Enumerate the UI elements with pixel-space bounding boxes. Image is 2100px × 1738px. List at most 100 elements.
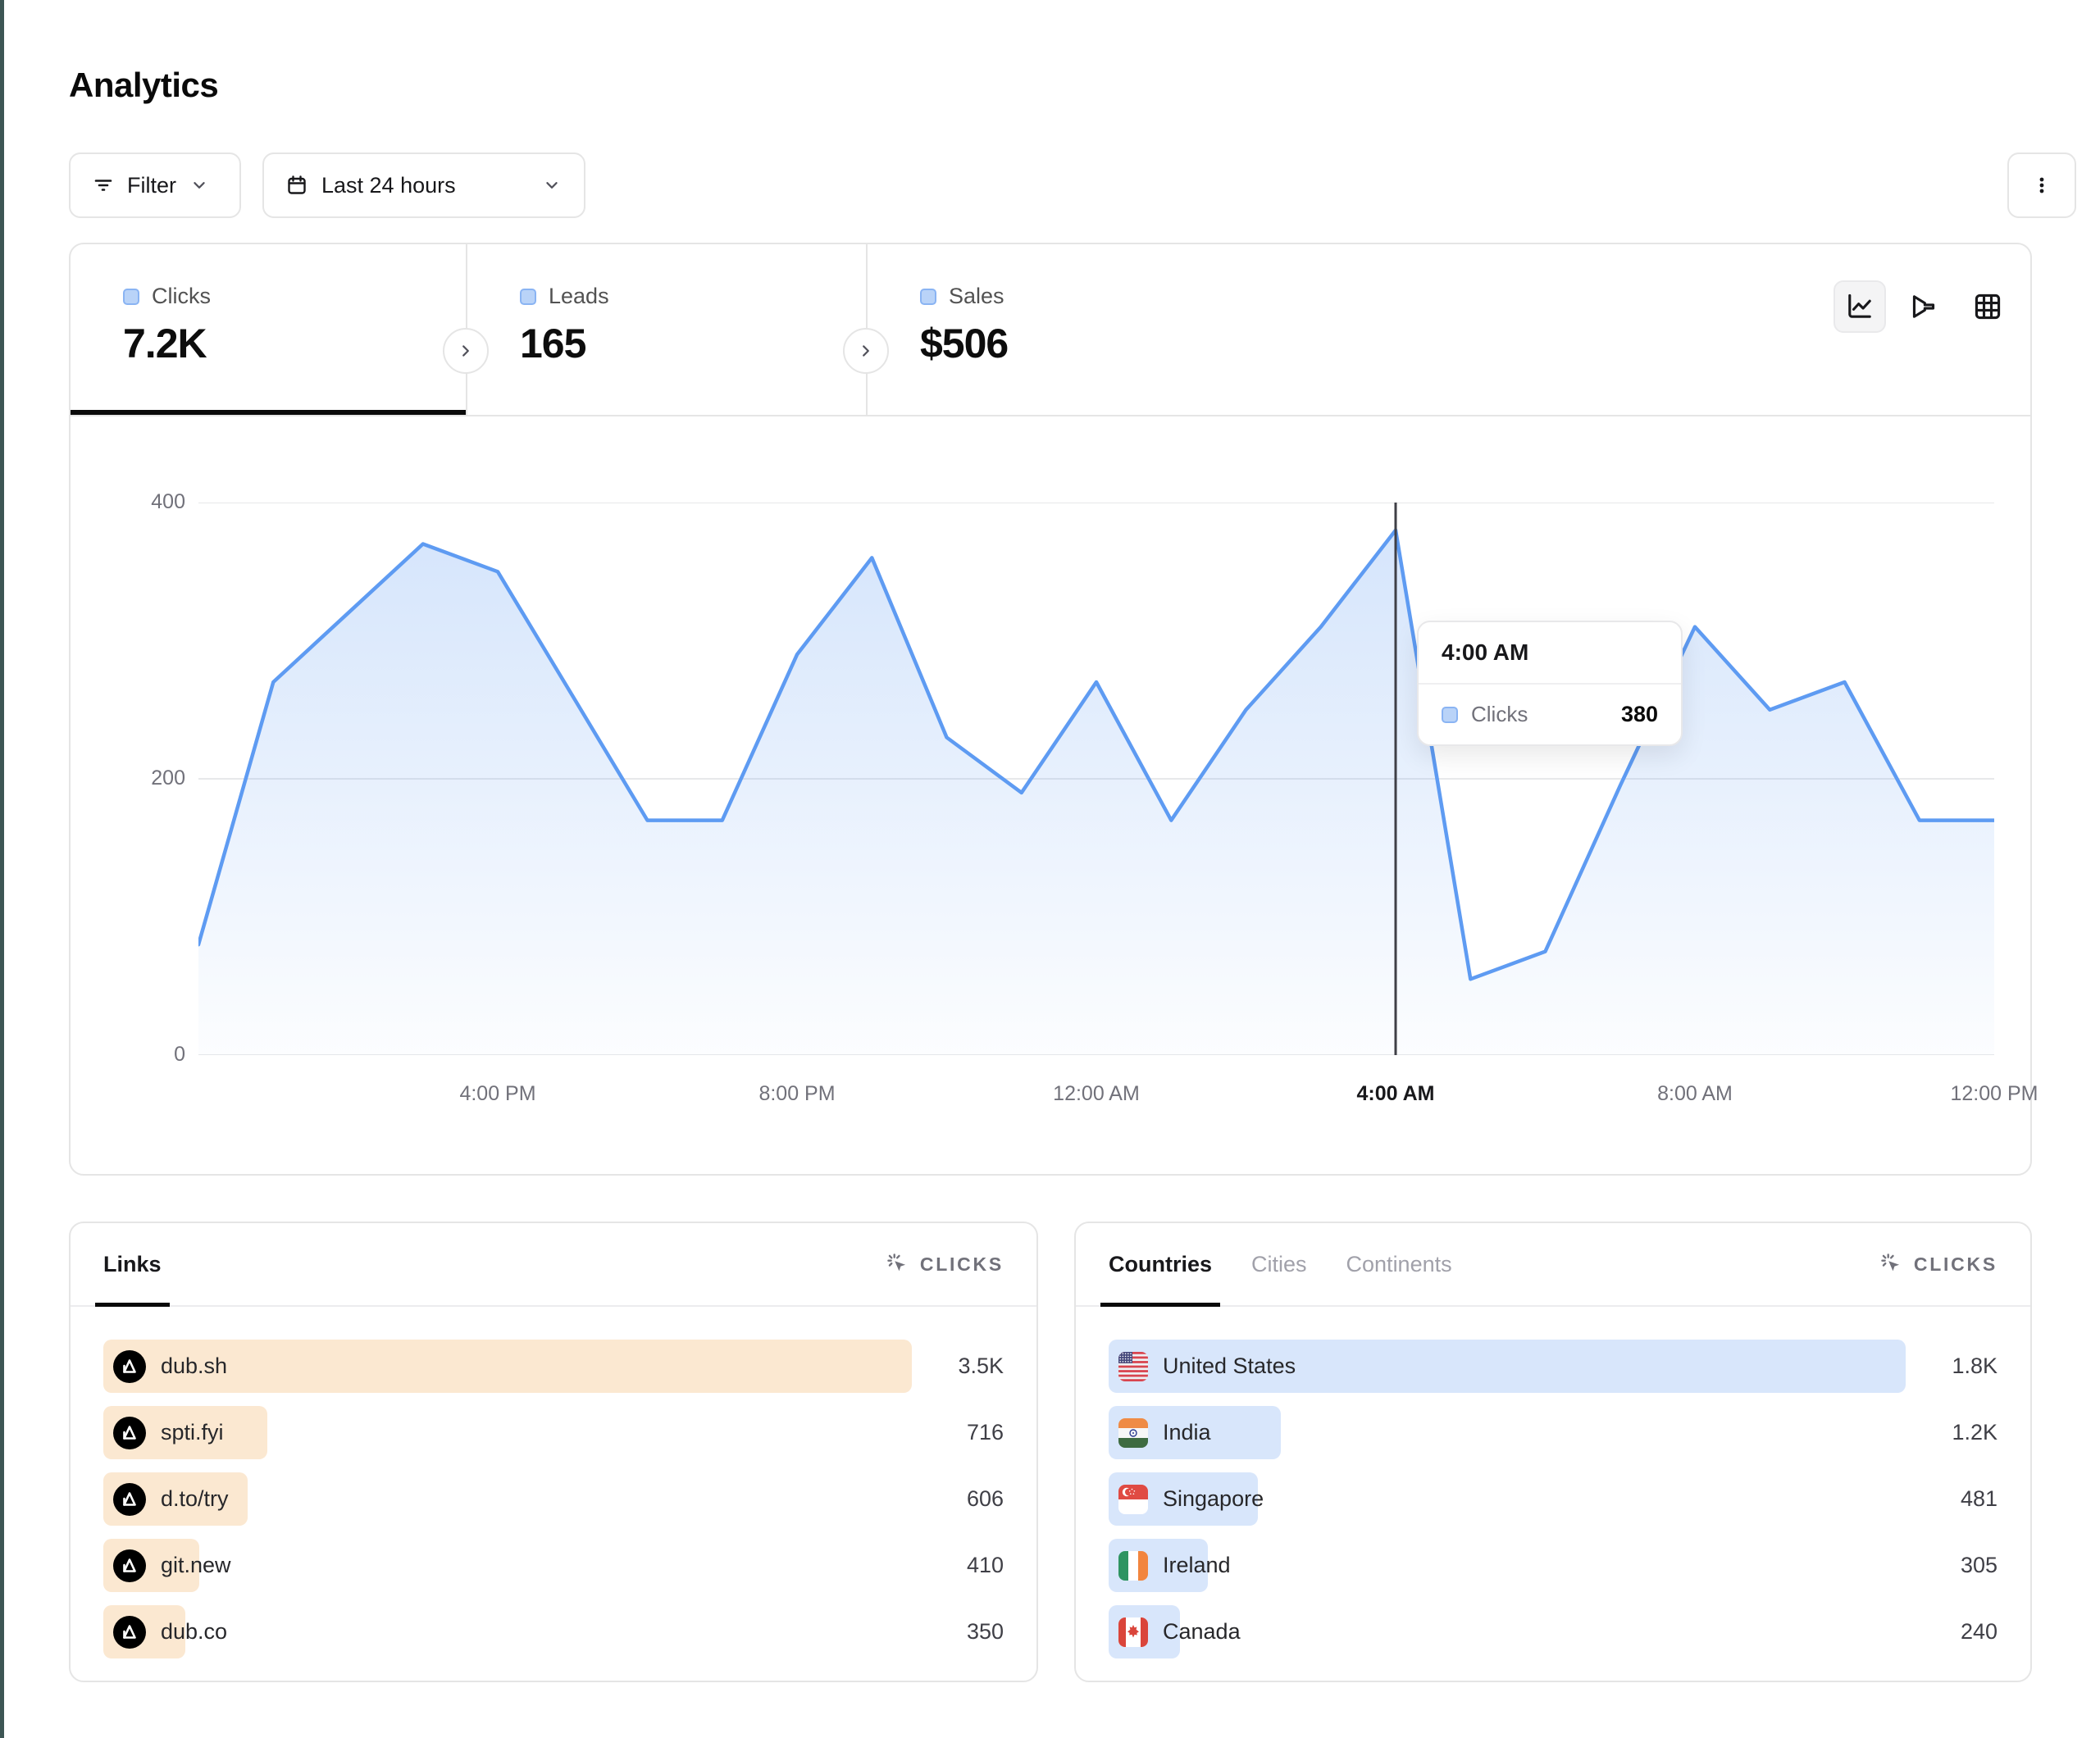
bar-area: git.new <box>103 1539 912 1592</box>
links-panel-header: Links CLICKS <box>71 1223 1036 1307</box>
link-row[interactable]: git.new 410 <box>103 1539 1004 1592</box>
tooltip-legend-square <box>1442 707 1458 723</box>
stat-label: Leads <box>549 284 609 309</box>
stat-label: Sales <box>949 284 1004 309</box>
chevron-right-icon <box>855 340 877 362</box>
tab-countries[interactable]: Countries <box>1109 1223 1212 1305</box>
country-label: Canada <box>1163 1619 1241 1645</box>
country-clicks-value: 481 <box>1919 1486 1998 1512</box>
bar-area: Singapore <box>1109 1472 1906 1526</box>
bar-area: Canada <box>1109 1605 1906 1658</box>
grid-view-button[interactable] <box>1961 280 2014 333</box>
funnel-icon <box>1908 291 1939 322</box>
bar-area: dub.sh <box>103 1340 912 1393</box>
x-tick-label: 8:00 PM <box>723 1082 871 1106</box>
country-label: Singapore <box>1163 1486 1264 1512</box>
line-chart-view-button[interactable] <box>1834 280 1886 333</box>
ie-flag-icon <box>1118 1551 1148 1581</box>
y-tick-label: 0 <box>174 1043 185 1067</box>
leads-legend-square <box>520 289 536 305</box>
link-label: dub.co <box>161 1619 227 1645</box>
y-tick-label: 400 <box>151 490 185 514</box>
geo-metric-selector[interactable]: CLICKS <box>1879 1252 1998 1276</box>
cursor-click-icon <box>886 1252 910 1276</box>
x-tick-label: 4:00 PM <box>424 1082 572 1106</box>
link-label: git.new <box>161 1553 231 1578</box>
tab-continents[interactable]: Continents <box>1346 1223 1452 1305</box>
link-label: spti.fyi <box>161 1420 224 1445</box>
bar-area: spti.fyi <box>103 1406 912 1459</box>
link-row[interactable]: d.to/try 606 <box>103 1472 1004 1526</box>
grid-icon <box>1972 291 2003 322</box>
line-chart-icon <box>1844 291 1875 322</box>
sales-legend-square <box>920 289 936 305</box>
link-row[interactable]: dub.co 350 <box>103 1605 1004 1658</box>
links-list: dub.sh 3.5K spti.fyi 716 d.to/try 606 git.new 4… <box>71 1307 1036 1691</box>
funnel-view-button[interactable] <box>1897 280 1950 333</box>
country-label: Ireland <box>1163 1553 1231 1578</box>
calendar-icon <box>285 174 308 197</box>
expand-clicks-button[interactable] <box>443 328 489 374</box>
us-flag-icon <box>1118 1352 1148 1381</box>
bar-area: India <box>1109 1406 1906 1459</box>
dub-logo-icon <box>113 1616 146 1649</box>
clicks-chart-svg <box>198 503 1994 1055</box>
link-clicks-value: 350 <box>925 1619 1004 1645</box>
dub-logo-icon <box>113 1549 146 1582</box>
expand-leads-button[interactable] <box>843 328 889 374</box>
country-label: United States <box>1163 1354 1296 1379</box>
country-clicks-value: 1.2K <box>1919 1420 1998 1445</box>
country-label: India <box>1163 1420 1211 1445</box>
sg-flag-icon <box>1118 1485 1148 1514</box>
active-tab-underline <box>71 410 466 415</box>
geo-panel-header: Countries Cities Continents CLICKS <box>1076 1223 2030 1307</box>
date-range-label: Last 24 hours <box>321 173 456 198</box>
country-clicks-value: 1.8K <box>1919 1354 1998 1379</box>
dub-logo-icon <box>113 1483 146 1516</box>
link-clicks-value: 716 <box>925 1420 1004 1445</box>
link-clicks-value: 606 <box>925 1486 1004 1512</box>
country-row[interactable]: United States 1.8K <box>1109 1340 1998 1393</box>
tab-cities[interactable]: Cities <box>1251 1223 1307 1305</box>
tab-clicks[interactable]: Clicks 7.2K <box>71 244 466 415</box>
chevron-down-icon <box>541 175 563 196</box>
chevron-right-icon <box>455 340 476 362</box>
tab-leads[interactable]: Leads 165 <box>466 244 866 415</box>
link-row[interactable]: spti.fyi 716 <box>103 1406 1004 1459</box>
chart-tooltip: 4:00 AM Clicks 380 <box>1417 621 1683 746</box>
links-panel: Links CLICKS dub.sh 3.5K spti.fyi 716 d.to/t… <box>69 1222 1038 1682</box>
country-row[interactable]: Singapore 481 <box>1109 1472 1998 1526</box>
stat-label: Clicks <box>152 284 211 309</box>
ca-flag-icon <box>1118 1617 1148 1647</box>
tab-links[interactable]: Links <box>103 1223 162 1305</box>
x-tick-label: 8:00 AM <box>1621 1082 1769 1106</box>
filter-button[interactable]: Filter <box>69 152 241 218</box>
kebab-menu-icon <box>2030 174 2053 197</box>
link-label: d.to/try <box>161 1486 229 1512</box>
x-tick-label: 4:00 AM <box>1322 1082 1469 1106</box>
analytics-card: Clicks 7.2K Leads 165 Sales $506 <box>69 243 2032 1176</box>
more-options-button[interactable] <box>2007 152 2076 218</box>
date-range-button[interactable]: Last 24 hours <box>262 152 585 218</box>
page-title: Analytics <box>69 66 218 105</box>
country-row[interactable]: Canada240 <box>1109 1605 1998 1658</box>
clicks-chart[interactable]: 4:00 AM Clicks 380 <box>198 503 1994 1055</box>
country-row[interactable]: Ireland305 <box>1109 1539 1998 1592</box>
chart-x-axis: 4:00 PM8:00 PM12:00 AM4:00 AM8:00 AM12:0… <box>198 1082 1994 1115</box>
in-flag-icon <box>1118 1418 1148 1448</box>
x-tick-label: 12:00 AM <box>1023 1082 1170 1106</box>
filter-label: Filter <box>127 173 176 198</box>
geo-list: United States 1.8K India 1.2K Singapore 481 Ir… <box>1076 1307 2030 1691</box>
bar-area: d.to/try <box>103 1472 912 1526</box>
country-row[interactable]: India 1.2K <box>1109 1406 1998 1459</box>
bar-area: Ireland <box>1109 1539 1906 1592</box>
link-clicks-value: 410 <box>925 1553 1004 1578</box>
links-metric-selector[interactable]: CLICKS <box>886 1252 1004 1276</box>
link-row[interactable]: dub.sh 3.5K <box>103 1340 1004 1393</box>
tooltip-time: 4:00 AM <box>1419 622 1681 685</box>
link-clicks-value: 3.5K <box>925 1354 1004 1379</box>
bar-area: United States <box>1109 1340 1906 1393</box>
y-tick-label: 200 <box>151 767 185 790</box>
cursor-click-icon <box>1879 1252 1904 1276</box>
chart-y-axis: 0200400 <box>120 503 185 1055</box>
